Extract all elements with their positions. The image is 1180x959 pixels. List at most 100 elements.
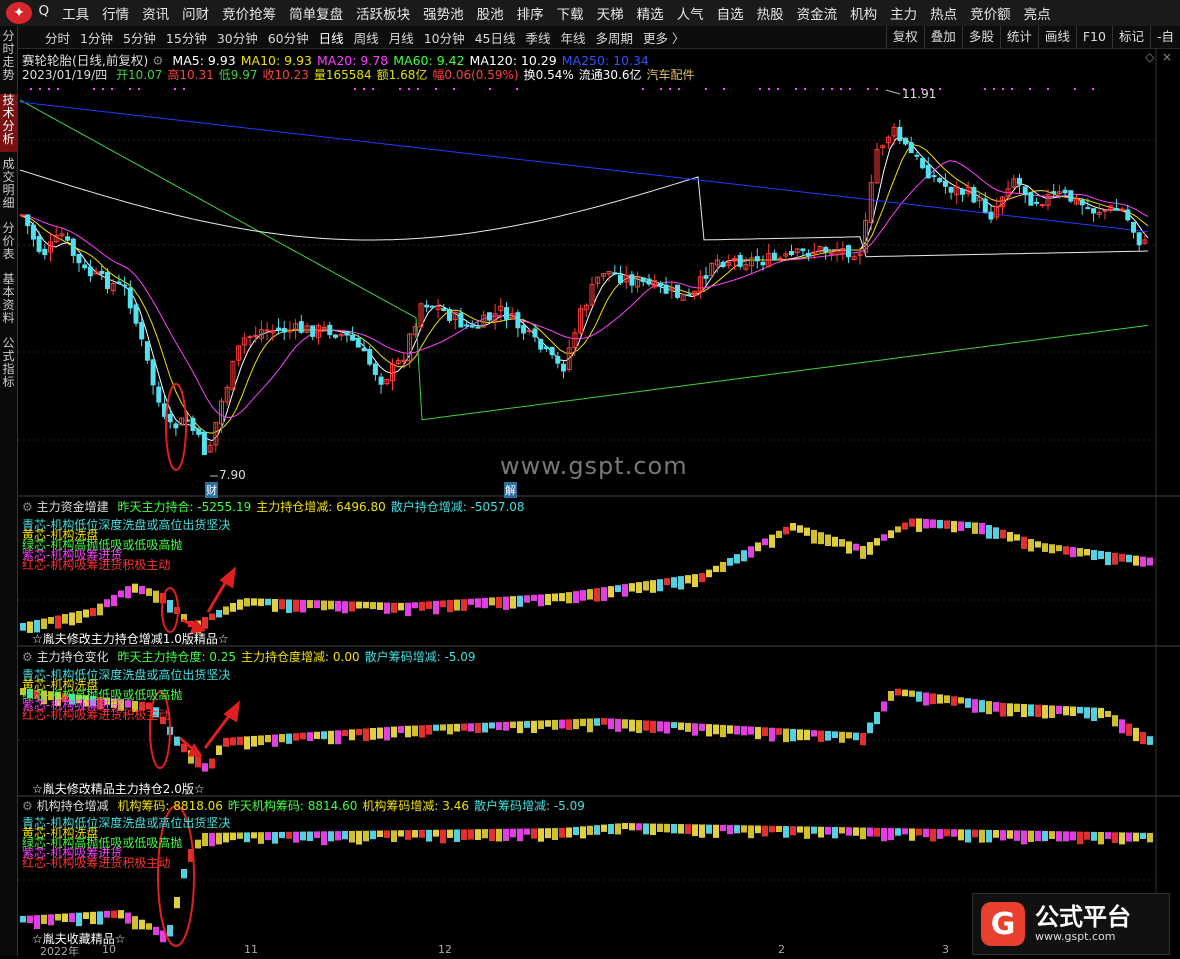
settings-icon[interactable]: ⚙ [22,799,33,813]
event-marker-jie[interactable]: 解 [504,482,517,498]
indicator-bar [258,832,264,844]
candle-body [367,348,373,365]
indicator-bar [1070,831,1076,841]
indicator-bar [55,615,61,629]
indicator-bar [489,828,495,842]
indicator-bar [307,831,313,841]
signal-dot [93,88,95,90]
candle-body [133,304,139,324]
candle-body [931,175,937,178]
indicator-bar [293,733,299,741]
candle-body [464,324,470,327]
indicator-bar [678,824,684,834]
indicator-bar [755,542,761,552]
indicator-bar [503,721,509,731]
brand-g-icon: G [981,902,1025,946]
indicator-bar [454,599,460,611]
indicator-bar [363,728,369,741]
indicator-bar [419,601,425,611]
signal-dot [174,88,176,90]
indicator-bar [1119,832,1125,845]
candle-body [971,186,977,203]
indicator-bar [370,602,376,610]
indicator-bar [1091,831,1097,841]
indicator-bar [321,731,327,740]
indicator-bar [1147,557,1153,566]
indicator-bar [916,518,922,532]
indicator-bar [440,724,446,731]
candle-body [70,238,76,256]
indicator-bar [713,824,719,838]
candle-body [441,308,447,311]
indicator-bar [972,829,978,838]
indicator-bar [76,912,82,927]
indicator-bar [685,722,691,732]
indicator-bar [531,828,537,839]
indicator-bar [300,831,306,841]
indicator-bar [426,724,432,735]
candle-body [897,126,903,142]
candle-body [982,198,988,213]
settings-icon[interactable]: ⚙ [22,650,33,664]
indicator-bar [391,726,397,738]
indicator-bar [916,691,922,702]
indicator-bar [97,603,103,616]
indicator-bar [629,719,635,732]
indicator-bar [706,569,712,578]
candle-body [618,274,623,284]
event-marker-cai[interactable]: 财 [205,482,218,498]
signal-dot [30,88,32,90]
signal-dot [1029,88,1031,90]
candle-body [543,346,549,350]
sub1-title: 主力资金增建 [36,500,109,514]
candle-body [327,324,333,336]
indicator-bar [146,588,152,596]
signal-dot [768,88,770,90]
indicator-bar [748,546,754,558]
indicator-bar [461,723,467,731]
indicator-bar [1105,832,1111,839]
date-tick: 2 [778,943,785,956]
indicator-bar [510,828,516,838]
candle-body [36,236,42,252]
indicator-bar [888,530,894,539]
indicator-bar [223,606,229,615]
indicator-bar [601,718,607,725]
indicator-bar [790,728,796,742]
indicator-bar [615,585,621,593]
settings-icon[interactable]: ⚙ [22,500,33,514]
indicator-bar [692,824,698,837]
indicator-bar [671,722,677,729]
indicator-bar [608,824,614,835]
indicator-bar [62,913,68,922]
indicator-bar [517,595,523,607]
indicator-bar [118,910,124,919]
candle-body [1131,221,1136,233]
candle-body [663,284,669,294]
indicator-bar [342,831,348,840]
indicator-bar [825,730,831,741]
candle-body [1039,204,1045,207]
indicator-bar [776,530,782,539]
indicator-bar [419,725,425,738]
indicator-bar [559,593,565,602]
indicator-bar [69,612,75,626]
indicator-value: 昨天主力持合: -5255.19 [117,500,252,514]
indicator-bar [167,925,173,937]
indicator-bar [363,601,369,609]
indicator-bar [713,724,719,735]
candle-body [82,264,88,269]
indicator-bar [783,728,789,743]
candle-body [139,322,145,340]
indicator-bar [930,519,936,528]
candle-body [532,328,538,338]
candle-body [777,257,783,260]
indicator-bar [27,915,33,924]
indicator-bar [867,827,873,837]
indicator-bar [944,695,950,704]
indicator-bar [468,723,474,732]
candle-body [629,274,635,286]
indicator-bar [1056,831,1062,842]
signal-dot [354,88,356,90]
indicator-bar [657,823,663,832]
